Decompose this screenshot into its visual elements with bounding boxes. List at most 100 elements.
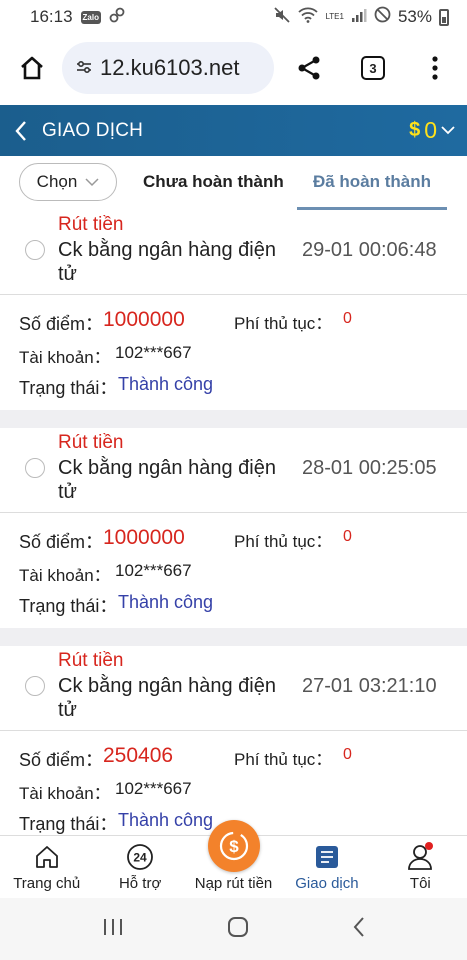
points-label: Số điểm： — [19, 750, 104, 770]
fee-label: Phí thủ tục： — [234, 314, 333, 333]
nav-home[interactable]: Trang chủ — [0, 836, 93, 898]
select-radio[interactable] — [25, 676, 45, 696]
account-label: Tài khoản： — [19, 566, 111, 585]
transaction-method: Ck bằng ngân hàng điện tử — [58, 239, 276, 285]
page-title: GIAO DỊCH — [42, 119, 144, 141]
browser-toolbar: 12.ku6103.net 3 — [0, 34, 467, 104]
currency-symbol: $ — [409, 119, 421, 141]
transaction-list: Rút tiền Ck bằng ngân hàng điện tử 29-01… — [0, 210, 467, 835]
select-label: Chọn — [36, 172, 78, 191]
points-value: 250406 — [103, 744, 174, 767]
status-value: Thành công — [118, 810, 214, 830]
nav-label: Giao dịch — [295, 875, 359, 892]
svg-text:$: $ — [229, 837, 239, 856]
points-label: Số điểm： — [19, 314, 104, 334]
site-settings-icon[interactable] — [76, 55, 92, 81]
tab-count: 3 — [361, 56, 385, 80]
fee-value: 0 — [343, 746, 352, 763]
account-label: Tài khoản： — [19, 784, 111, 803]
transaction-time: 29-01 00:06:48 — [302, 239, 437, 261]
transaction-details: Số điểm： 1000000 Phí thủ tục： 0 Tài khoả… — [0, 513, 467, 628]
link-icon — [109, 7, 125, 28]
mute-icon — [273, 6, 291, 29]
transaction-header: Rút tiền Ck bằng ngân hàng điện tử 28-01… — [0, 428, 467, 513]
transaction-details: Số điểm： 1000000 Phí thủ tục： 0 Tài khoả… — [0, 295, 467, 410]
transaction-card[interactable]: Rút tiền Ck bằng ngân hàng điện tử 27-01… — [0, 646, 467, 835]
home-icon[interactable] — [12, 48, 52, 88]
nav-profile[interactable]: Tôi — [374, 836, 467, 898]
system-nav-bar — [0, 898, 467, 960]
status-value: Thành công — [118, 592, 214, 612]
tab-pending[interactable]: Chưa hoàn thành — [143, 172, 284, 192]
transactions-icon — [314, 841, 340, 873]
nav-support[interactable]: 24 Hỗ trợ — [93, 836, 186, 898]
transaction-type: Rút tiền — [58, 214, 124, 235]
balance-amount: 0 — [424, 117, 437, 143]
nav-transactions[interactable]: Giao dịch — [280, 836, 373, 898]
share-icon[interactable] — [289, 48, 329, 88]
account-value: 102***667 — [115, 343, 192, 362]
tab-completed-label: Đã hoàn thành — [312, 171, 432, 191]
fee-value: 0 — [343, 310, 352, 327]
status-label: Trạng thái： — [19, 596, 118, 616]
nav-label: Tôi — [409, 875, 431, 892]
recent-apps-icon[interactable] — [102, 917, 124, 942]
nav-label: Nạp rút tiền — [194, 875, 273, 892]
deposit-withdraw-icon: $ — [207, 820, 260, 872]
account-label: Tài khoản： — [19, 348, 111, 367]
transaction-method: Ck bằng ngân hàng điện tử — [58, 457, 276, 503]
points-value: 1000000 — [103, 308, 185, 331]
app-header: GIAO DỊCH $ 0 — [0, 105, 467, 156]
nav-label: Trang chủ — [13, 875, 81, 892]
home-icon — [34, 841, 60, 873]
home-button-icon[interactable] — [227, 916, 249, 943]
transaction-header: Rút tiền Ck bằng ngân hàng điện tử 27-01… — [0, 646, 467, 731]
transaction-method: Ck bằng ngân hàng điện tử — [58, 675, 276, 721]
fee-value: 0 — [343, 528, 352, 545]
notification-dot — [425, 842, 434, 850]
fee-label: Phí thủ tục： — [234, 750, 333, 769]
status-label: Trạng thái： — [19, 378, 118, 398]
status-label: Trạng thái： — [19, 814, 118, 834]
svg-text:24: 24 — [133, 851, 147, 865]
lte-icon: LTE1 — [325, 12, 344, 21]
status-bar: 16:13 Zalo LTE1 53% — [0, 0, 467, 34]
chevron-down-icon — [441, 122, 455, 140]
transaction-type: Rút tiền — [58, 650, 124, 671]
tab-completed[interactable]: Đã hoàn thành — [297, 156, 447, 210]
support-24-icon: 24 — [126, 841, 154, 873]
transaction-card[interactable]: Rút tiền Ck bằng ngân hàng điện tử 29-01… — [0, 210, 467, 410]
transaction-header: Rút tiền Ck bằng ngân hàng điện tử 29-01… — [0, 210, 467, 295]
back-arrow-icon[interactable] — [0, 105, 42, 156]
nav-label: Hỗ trợ — [118, 875, 162, 892]
select-dropdown[interactable]: Chọn — [19, 163, 117, 201]
wifi-icon — [298, 7, 319, 28]
points-value: 1000000 — [103, 526, 185, 549]
select-radio[interactable] — [25, 458, 45, 478]
battery-percent: 53% — [397, 7, 432, 26]
balance-display[interactable]: $ 0 — [409, 117, 467, 144]
select-radio[interactable] — [25, 240, 45, 260]
dnd-icon — [374, 6, 391, 28]
back-icon[interactable] — [352, 916, 366, 943]
tab-switcher-button[interactable]: 3 — [353, 48, 393, 88]
transaction-card[interactable]: Rút tiền Ck bằng ngân hàng điện tử 28-01… — [0, 428, 467, 628]
transaction-type: Rút tiền — [58, 432, 124, 453]
points-label: Số điểm： — [19, 532, 104, 552]
signal-icon — [351, 7, 367, 28]
transaction-time: 27-01 03:21:10 — [302, 675, 437, 697]
url-text: 12.ku6103.net — [100, 55, 240, 80]
transaction-time: 28-01 00:25:05 — [302, 457, 437, 479]
chevron-down-icon — [85, 172, 99, 192]
account-value: 102***667 — [115, 561, 192, 580]
account-value: 102***667 — [115, 779, 192, 798]
clock: 16:13 — [30, 7, 73, 26]
more-menu-icon[interactable] — [415, 48, 455, 88]
fee-label: Phí thủ tục： — [234, 532, 333, 551]
nav-deposit-withdraw[interactable]: $ Nạp rút tiền — [187, 820, 280, 898]
bottom-nav: Trang chủ 24 Hỗ trợ $ Nạp rút tiền Giao … — [0, 820, 467, 898]
zalo-icon: Zalo — [80, 10, 101, 24]
status-value: Thành công — [118, 374, 214, 394]
url-bar[interactable]: 12.ku6103.net — [62, 42, 274, 94]
battery-icon — [439, 8, 449, 26]
